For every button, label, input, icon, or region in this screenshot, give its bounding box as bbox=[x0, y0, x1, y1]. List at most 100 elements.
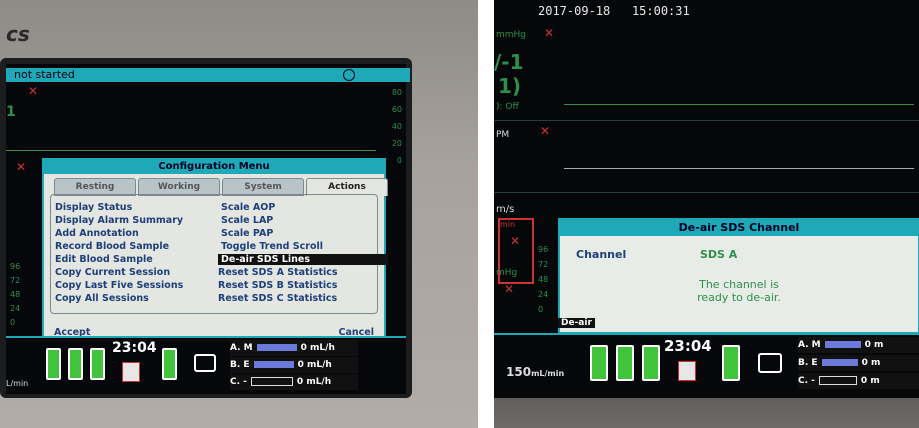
unit-label: mHg bbox=[496, 268, 518, 278]
dialog-message: The channel is ready to de-air. bbox=[560, 278, 918, 304]
flow-value: 150 bbox=[506, 365, 532, 379]
status-bar: not started bbox=[6, 68, 410, 82]
right-photo: 2017-09-18 15:00:31 mmHg ✕ /-1 1) ): Off… bbox=[494, 0, 919, 428]
alarm-off-icon: ✕ bbox=[16, 160, 27, 174]
alarm-off-icon: ✕ bbox=[510, 234, 521, 248]
scale-tick: 60 bbox=[391, 105, 402, 114]
pump-unit: mL/h bbox=[310, 343, 335, 353]
de-air-dialog: De-air SDS Channel Channel SDS A The cha… bbox=[558, 218, 919, 334]
flow-units: L/min bbox=[6, 379, 29, 388]
menu-item-scale-aop[interactable]: Scale AOP bbox=[221, 202, 275, 213]
pump-row-b[interactable]: B. E 0 m bbox=[798, 355, 919, 371]
menu-item-add-annotation[interactable]: Add Annotation bbox=[55, 228, 139, 239]
menu-title: Configuration Menu bbox=[44, 160, 384, 174]
waveform-line bbox=[6, 150, 376, 151]
alarm-off-icon: ✕ bbox=[504, 282, 515, 296]
de-air-button[interactable]: De-air bbox=[558, 318, 595, 328]
menu-item-copy-all-sessions[interactable]: Copy All Sessions bbox=[55, 293, 149, 304]
channel-label: 1) bbox=[498, 74, 522, 98]
scale-tick: 24 bbox=[538, 290, 549, 299]
scale-tick: 72 bbox=[10, 276, 21, 285]
pump-level-bar bbox=[256, 344, 297, 351]
battery-icon bbox=[642, 345, 660, 381]
menu-item-edit-blood-sample[interactable]: Edit Blood Sample bbox=[55, 254, 153, 265]
pump-row-a[interactable]: A. M 0 m bbox=[798, 337, 919, 353]
pump-label: A. M bbox=[798, 340, 821, 350]
menu-item-toggle-trend-scroll[interactable]: Toggle Trend Scroll bbox=[221, 241, 323, 252]
divider bbox=[494, 192, 919, 193]
divider bbox=[494, 120, 919, 121]
pump-level-bar bbox=[250, 377, 293, 386]
pressure-scale: 96 72 48 24 0 bbox=[10, 260, 20, 330]
left-monitor-screen: not started ✕ ✕ 1 80 60 40 20 0 96 72 48… bbox=[6, 64, 410, 394]
clock-icon[interactable] bbox=[343, 69, 355, 81]
battery-icon bbox=[616, 345, 634, 381]
off-label: ): Off bbox=[496, 102, 519, 112]
pump-row-a[interactable]: A. M 0 mL/h bbox=[230, 340, 358, 356]
menu-item-copy-last-five-sessions[interactable]: Copy Last Five Sessions bbox=[55, 280, 183, 291]
scale-tick: 24 bbox=[10, 304, 21, 313]
channel-label: /-1 bbox=[494, 50, 524, 74]
pump-unit: m bbox=[874, 340, 884, 350]
menu-item-reset-sds-a[interactable]: Reset SDS A Statistics bbox=[218, 267, 338, 278]
dialog-message-line: ready to de-air. bbox=[697, 291, 781, 304]
pump-value: 0 bbox=[297, 360, 304, 370]
bottom-status-strip: 150mL/min 23:04 A. M 0 m B. E 0 m C. - 0 m bbox=[494, 333, 919, 393]
menu-item-record-blood-sample[interactable]: Record Blood Sample bbox=[55, 241, 169, 252]
battery-icon bbox=[590, 345, 608, 381]
dialog-message-line: The channel is bbox=[699, 278, 779, 291]
battery-icon bbox=[90, 348, 105, 380]
min-label: min bbox=[500, 220, 516, 229]
pump-label: C. - bbox=[798, 376, 815, 386]
pump-level-bar bbox=[818, 376, 857, 385]
alarm-off-icon: ✕ bbox=[544, 26, 555, 40]
battery-icon bbox=[46, 348, 61, 380]
clock-time: 23:04 bbox=[664, 337, 712, 355]
monitor-icon[interactable] bbox=[758, 353, 782, 373]
menu-item-scale-lap[interactable]: Scale LAP bbox=[221, 215, 273, 226]
syringe-pump-icon bbox=[678, 361, 696, 381]
scale-tick: 48 bbox=[538, 275, 549, 284]
right-monitor-screen: 2017-09-18 15:00:31 mmHg ✕ /-1 1) ): Off… bbox=[494, 0, 919, 398]
menu-item-display-alarm-summary[interactable]: Display Alarm Summary bbox=[55, 215, 183, 226]
scale-tick: 72 bbox=[538, 260, 549, 269]
scale-tick: 20 bbox=[391, 139, 402, 148]
pump-value: 0 bbox=[864, 340, 871, 350]
date-time: 2017-09-18 15:00:31 bbox=[538, 4, 690, 18]
menu-item-copy-current-session[interactable]: Copy Current Session bbox=[55, 267, 170, 278]
date-text: 2017-09-18 bbox=[538, 4, 611, 18]
pump-unit: mL/h bbox=[306, 360, 332, 370]
pump-level-bar bbox=[253, 361, 294, 368]
pump-value: 0 bbox=[861, 358, 868, 368]
scale-tick: 0 bbox=[10, 318, 16, 327]
menu-item-scale-pap[interactable]: Scale PAP bbox=[221, 228, 273, 239]
monitor-icon[interactable] bbox=[194, 354, 216, 372]
bottom-status-strip: L/min 23:04 A. M 0 mL/h B. E 0 mL/h C. - 0 … bbox=[6, 336, 406, 394]
unit-label: mmHg bbox=[496, 30, 527, 40]
left-photo: cs not started ✕ ✕ 1 80 60 40 20 0 96 72… bbox=[0, 0, 478, 428]
dialog-title: De-air SDS Channel bbox=[560, 220, 918, 236]
channel-field-value: SDS A bbox=[700, 248, 738, 261]
scale-tick: 48 bbox=[10, 290, 21, 299]
waveform-scale: 80 60 40 20 0 bbox=[392, 84, 402, 169]
pump-row-b[interactable]: B. E 0 mL/h bbox=[230, 357, 358, 373]
battery-icon bbox=[722, 345, 740, 381]
menu-item-reset-sds-c[interactable]: Reset SDS C Statistics bbox=[218, 293, 337, 304]
waveform-digit: 1 bbox=[6, 104, 16, 120]
scale-tick: 96 bbox=[538, 245, 549, 254]
time-text: 15:00:31 bbox=[631, 4, 690, 18]
menu-item-display-status[interactable]: Display Status bbox=[55, 202, 132, 213]
waveform-line bbox=[564, 104, 914, 105]
battery-icon bbox=[162, 348, 177, 380]
menu-item-reset-sds-b[interactable]: Reset SDS B Statistics bbox=[218, 280, 337, 291]
menu-item-de-air-sds-lines[interactable]: De-air SDS Lines bbox=[218, 254, 388, 265]
flow-unit: mL/min bbox=[531, 369, 565, 378]
channel-field-label: Channel bbox=[576, 248, 627, 261]
alarm-off-icon: ✕ bbox=[28, 84, 39, 98]
pump-row-c[interactable]: C. - 0 mL/h bbox=[230, 374, 358, 390]
pump-level-bar bbox=[821, 359, 858, 366]
brand-text: cs bbox=[6, 22, 30, 46]
pump-unit: m bbox=[870, 358, 881, 368]
pump-row-c[interactable]: C. - 0 m bbox=[798, 373, 919, 389]
alarm-off-icon: ✕ bbox=[540, 124, 551, 138]
